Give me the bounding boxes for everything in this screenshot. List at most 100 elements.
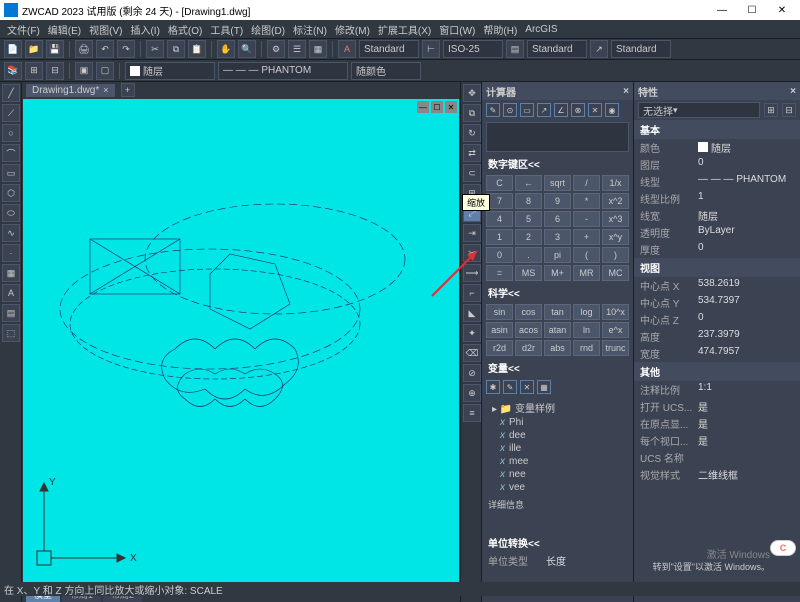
misc2-icon[interactable]: ☰ <box>288 40 306 58</box>
sci-key-log[interactable]: log <box>573 304 600 320</box>
color-dd[interactable]: 随层 <box>125 62 215 80</box>
prop-row[interactable]: 注释比例1:1 <box>634 381 800 398</box>
layer-icon[interactable]: 📚 <box>4 62 22 80</box>
calc-key-/[interactable]: / <box>573 175 600 191</box>
block2-icon[interactable]: ▢ <box>96 62 114 80</box>
prop-row[interactable]: UCS 名称 <box>634 449 800 466</box>
hatch-icon[interactable]: ▦ <box>2 264 20 282</box>
menu-modify[interactable]: 修改(M) <box>332 21 373 38</box>
calc-tool1-icon[interactable]: ✎ <box>486 103 500 117</box>
prop-row[interactable]: 中心点 Y534.7397 <box>634 294 800 311</box>
calc-key-MR[interactable]: MR <box>573 265 600 281</box>
join-icon[interactable]: ⊕ <box>463 384 481 402</box>
circle-icon[interactable]: ○ <box>2 124 20 142</box>
group-basic[interactable]: 基本 <box>634 120 800 139</box>
calc-tool8-icon[interactable]: ◉ <box>605 103 619 117</box>
calc-key-x^2[interactable]: x^2 <box>602 193 629 209</box>
dim-style-dd[interactable]: ISO-25 <box>443 40 503 58</box>
move-icon[interactable]: ✥ <box>463 84 481 102</box>
prop-row[interactable]: 高度237.3979 <box>634 328 800 345</box>
calc-tool5-icon[interactable]: ∠ <box>554 103 568 117</box>
prop-row[interactable]: 中心点 Z0 <box>634 311 800 328</box>
calc-key-=[interactable]: = <box>486 265 513 281</box>
block-icon[interactable]: ▣ <box>75 62 93 80</box>
erase-icon[interactable]: ⌫ <box>463 344 481 362</box>
menu-insert[interactable]: 插入(I) <box>127 21 162 38</box>
menu-view[interactable]: 视图(V) <box>86 21 125 38</box>
sci-key-atan[interactable]: atan <box>544 322 571 338</box>
prop-row[interactable]: 颜色随层 <box>634 139 800 156</box>
var-new-icon[interactable]: ✱ <box>486 380 500 394</box>
menu-ext[interactable]: 扩展工具(X) <box>375 21 434 38</box>
pline-icon[interactable]: ⟋ <box>2 104 20 122</box>
calc-key-.[interactable]: . <box>515 247 542 263</box>
close-button[interactable]: ✕ <box>768 2 796 18</box>
table2-icon[interactable]: ▤ <box>2 304 20 322</box>
table-style-dd[interactable]: Standard <box>527 40 587 58</box>
calc-key-0[interactable]: 0 <box>486 247 513 263</box>
mirror-icon[interactable]: ⇄ <box>463 144 481 162</box>
calc-key-6[interactable]: 6 <box>544 211 571 227</box>
calc-key-MS[interactable]: MS <box>515 265 542 281</box>
canvas-close-icon[interactable]: ✕ <box>445 101 457 113</box>
calc-key-8[interactable]: 8 <box>515 193 542 209</box>
var-detail[interactable]: 详细信息 <box>482 496 633 513</box>
prop-row[interactable]: 宽度474.7957 <box>634 345 800 362</box>
line-icon[interactable]: ╱ <box>2 84 20 102</box>
menu-dim[interactable]: 标注(N) <box>290 21 330 38</box>
calc-tool2-icon[interactable]: ⊙ <box>503 103 517 117</box>
copy-icon[interactable]: ⧉ <box>167 40 185 58</box>
var-mee[interactable]: xmee <box>488 455 627 468</box>
ellipse-icon[interactable]: ⬭ <box>2 204 20 222</box>
prop-row[interactable]: 中心点 X538.2619 <box>634 277 800 294</box>
sci-key-e^x[interactable]: e^x <box>602 322 629 338</box>
numpad-header[interactable]: 数字键区<< <box>482 154 633 173</box>
calc-tool3-icon[interactable]: ▭ <box>520 103 534 117</box>
group-view[interactable]: 视图 <box>634 258 800 277</box>
calc-close-icon[interactable]: × <box>623 86 629 97</box>
menu-edit[interactable]: 编辑(E) <box>45 21 84 38</box>
layer2-icon[interactable]: ⊞ <box>25 62 43 80</box>
calc-key-MC[interactable]: MC <box>602 265 629 281</box>
chamfer-icon[interactable]: ◣ <box>463 304 481 322</box>
calc-key-*[interactable]: * <box>573 193 600 209</box>
prop-row[interactable]: 图层0 <box>634 156 800 173</box>
explode-icon[interactable]: ✦ <box>463 324 481 342</box>
prop-row[interactable]: 视觉样式二维线框 <box>634 466 800 483</box>
point-icon[interactable]: · <box>2 244 20 262</box>
var-ille[interactable]: xille <box>488 442 627 455</box>
sci-key-asin[interactable]: asin <box>486 322 513 338</box>
prop-row[interactable]: 在原点显...是 <box>634 415 800 432</box>
menu-help[interactable]: 帮助(H) <box>480 21 520 38</box>
var-Phi[interactable]: xPhi <box>488 416 627 429</box>
calc-key--[interactable]: - <box>573 211 600 227</box>
sci-key-10^x[interactable]: 10^x <box>602 304 629 320</box>
lineweight-dd[interactable]: 随颜色 <box>351 62 421 80</box>
menu-draw[interactable]: 绘图(D) <box>248 21 288 38</box>
menu-arcgis[interactable]: ArcGIS <box>522 23 560 36</box>
props-tool1-icon[interactable]: ⊞ <box>764 103 778 117</box>
calc-key-1/x[interactable]: 1/x <box>602 175 629 191</box>
sci-key-r2d[interactable]: r2d <box>486 340 513 356</box>
dim-icon[interactable]: ⊢ <box>422 40 440 58</box>
region-icon[interactable]: ⬚ <box>2 324 20 342</box>
var-dee[interactable]: xdee <box>488 429 627 442</box>
prop-row[interactable]: 每个视口...是 <box>634 432 800 449</box>
calc-key-1[interactable]: 1 <box>486 229 513 245</box>
arc-icon[interactable]: ⌒ <box>2 144 20 162</box>
canvas-min-icon[interactable]: — <box>417 101 429 113</box>
sci-key-abs[interactable]: abs <box>544 340 571 356</box>
calc-key-sqrt[interactable]: sqrt <box>544 175 571 191</box>
text-icon[interactable]: A <box>2 284 20 302</box>
selection-dd[interactable]: 无选择 ▾ <box>638 102 760 118</box>
sci-key-trunc[interactable]: trunc <box>602 340 629 356</box>
drawing-canvas[interactable]: — ☐ ✕ <box>23 99 459 585</box>
calc-key-←[interactable]: ← <box>515 175 542 191</box>
calc-key-5[interactable]: 5 <box>515 211 542 227</box>
table-icon[interactable]: ▤ <box>506 40 524 58</box>
style-icon[interactable]: A <box>338 40 356 58</box>
copy2-icon[interactable]: ⧉ <box>463 104 481 122</box>
calc-key-C[interactable]: C <box>486 175 513 191</box>
zoom-icon[interactable]: 🔍 <box>238 40 256 58</box>
var-del-icon[interactable]: ✕ <box>520 380 534 394</box>
